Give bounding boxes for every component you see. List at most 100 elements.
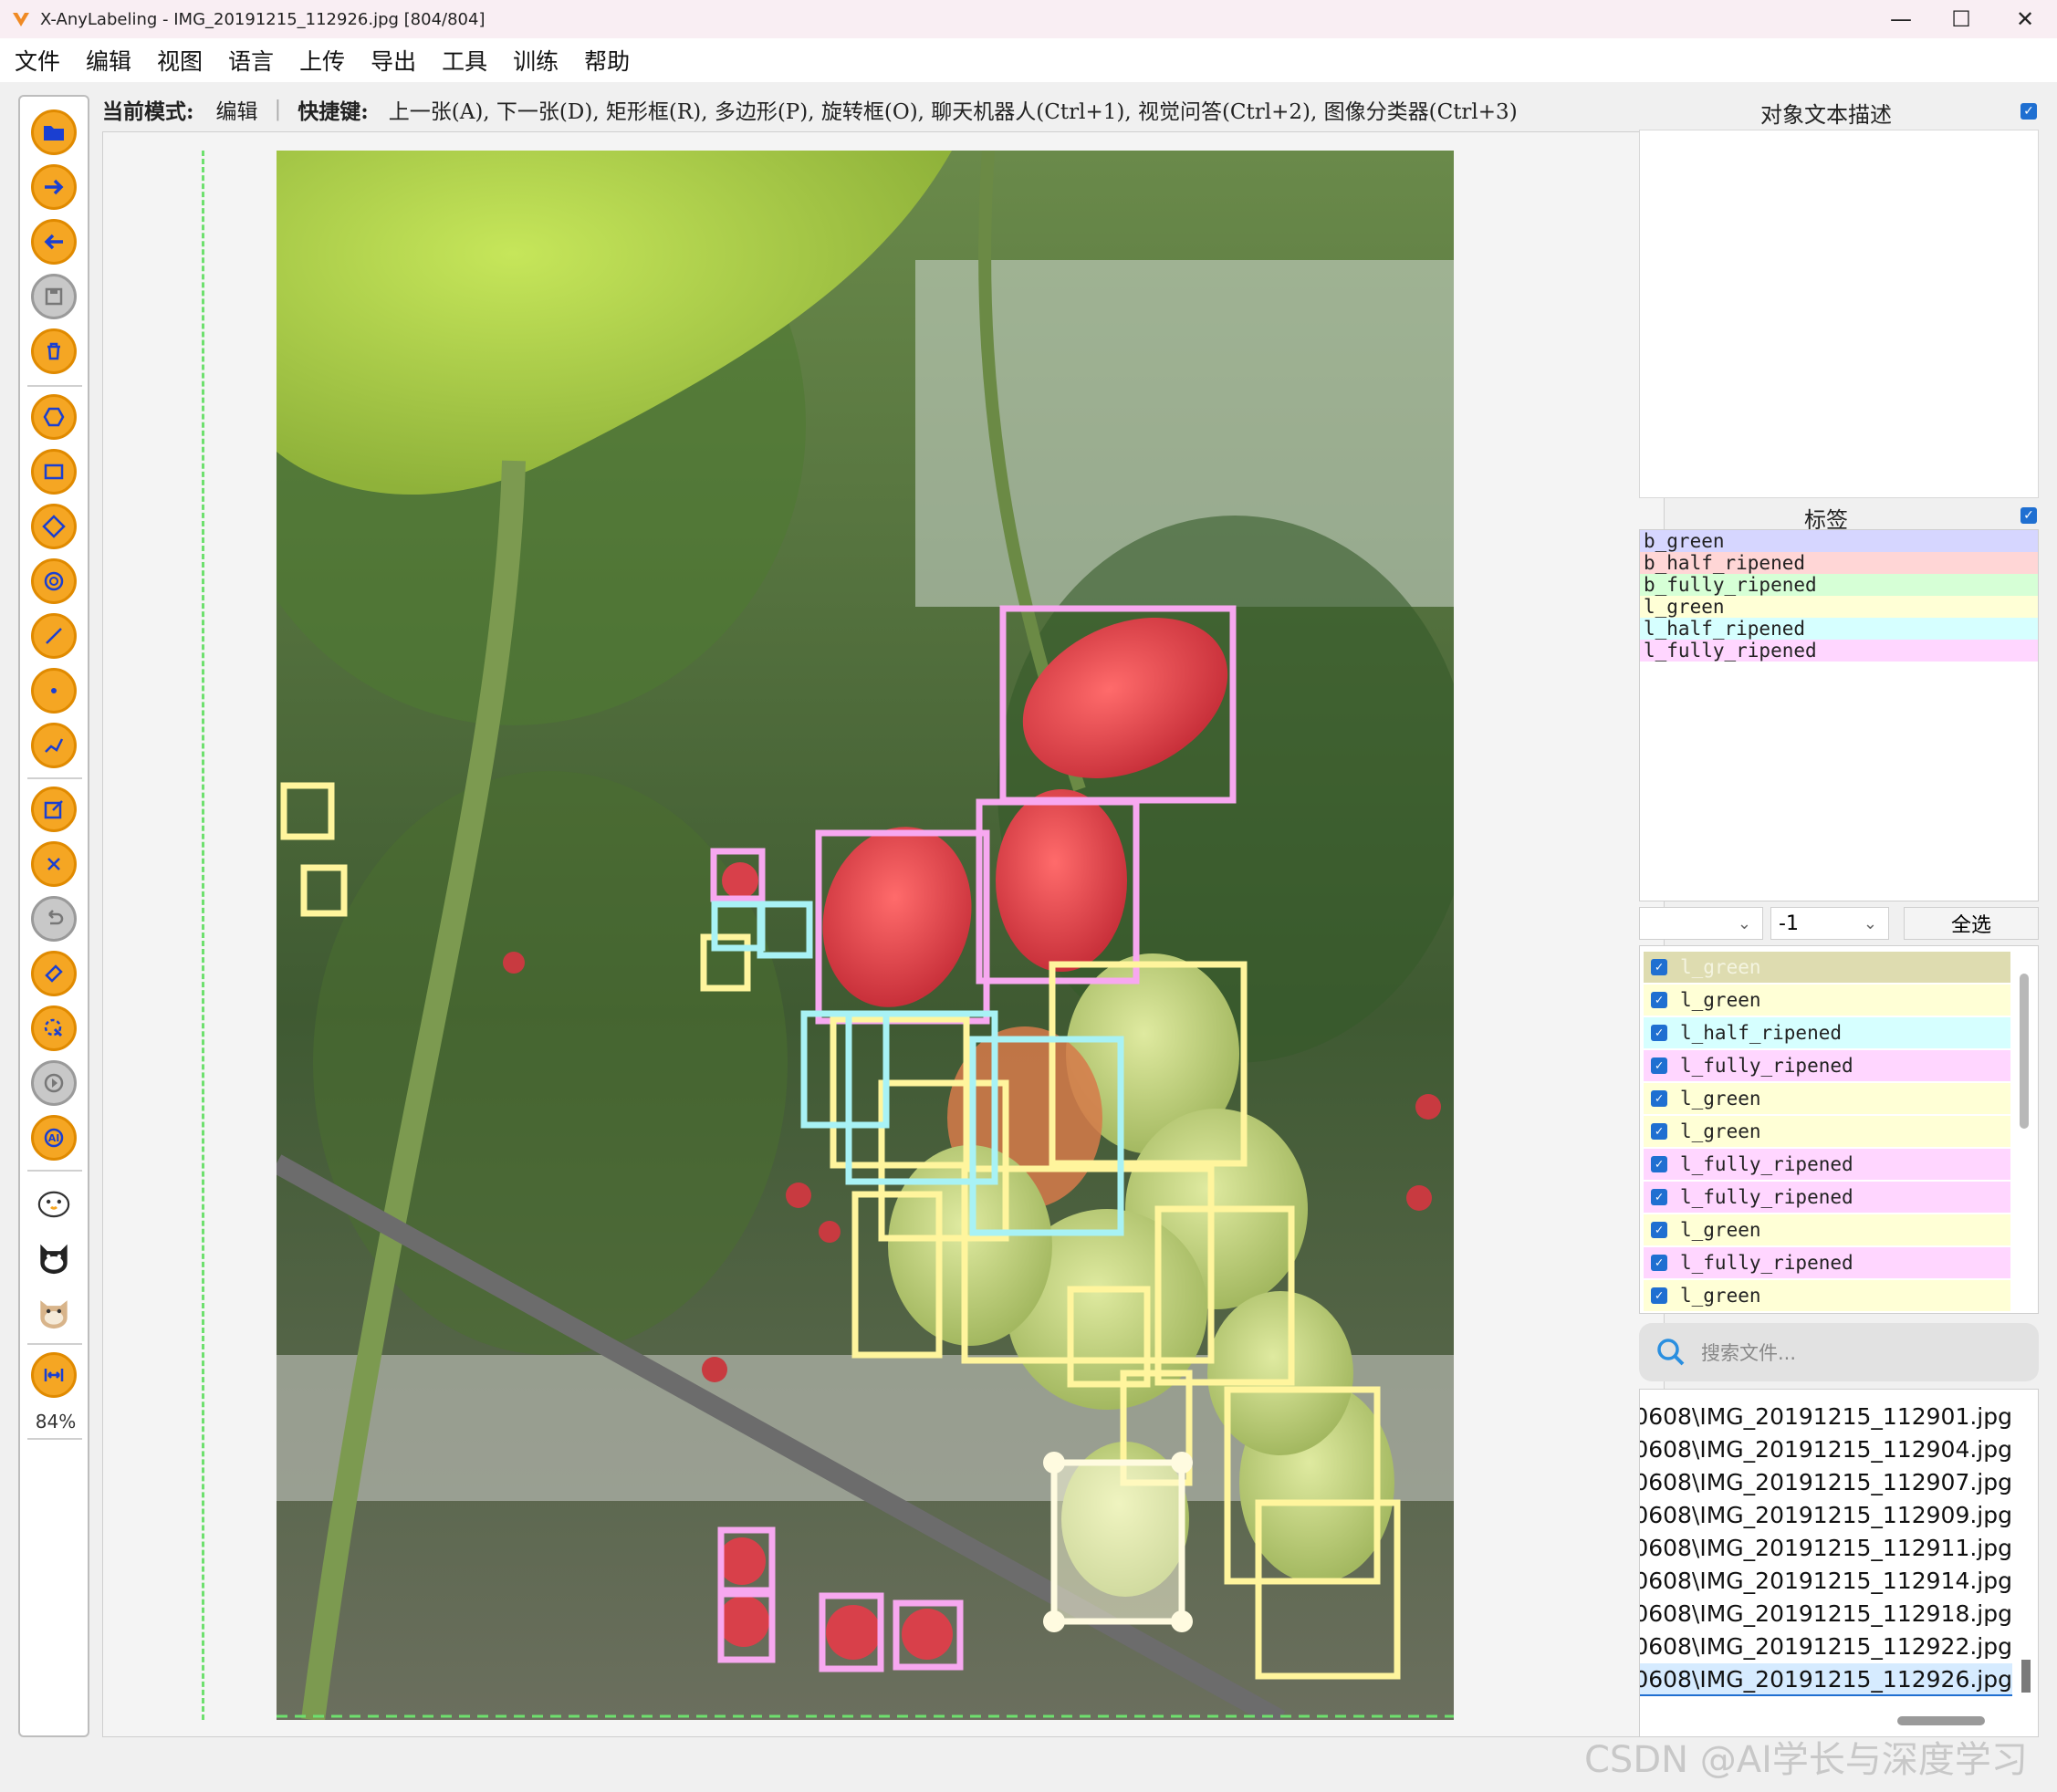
- shape-checkbox[interactable]: ✓: [1651, 1156, 1667, 1172]
- menu-language[interactable]: 语言: [217, 44, 285, 77]
- shape-checkbox[interactable]: ✓: [1651, 1255, 1667, 1271]
- shape-checkbox[interactable]: ✓: [1651, 1025, 1667, 1041]
- menu-help[interactable]: 帮助: [573, 44, 641, 77]
- menu-edit[interactable]: 编辑: [75, 44, 142, 77]
- menu-export[interactable]: 导出: [360, 44, 427, 77]
- shape-label: l_fully_ripened: [1680, 1153, 1853, 1175]
- shape-item[interactable]: ✓ l_green: [1644, 985, 2010, 1016]
- brush-icon[interactable]: [31, 951, 77, 996]
- shape-item[interactable]: ✓ l_green: [1644, 1116, 2010, 1147]
- app-logo-icon: [13, 13, 29, 26]
- left-toolbar: AI 84%: [18, 95, 89, 1737]
- watermark-text: CSDN @AI学长与深度学习: [1584, 1739, 2028, 1781]
- menu-train[interactable]: 训练: [502, 44, 569, 77]
- label-item[interactable]: b_fully_ripened: [1640, 574, 2038, 596]
- menu-upload[interactable]: 上传: [288, 44, 356, 77]
- shortcuts-text: 上一张(A), 下一张(D), 矩形框(R), 多边形(P), 旋转框(O), …: [388, 100, 1518, 124]
- shape-checkbox[interactable]: ✓: [1651, 1057, 1667, 1074]
- shape-item[interactable]: ✓ l_green: [1644, 1280, 2010, 1311]
- description-toggle-checkbox[interactable]: ✓: [2020, 103, 2037, 120]
- group-id-select[interactable]: -1 ⌄: [1770, 907, 1889, 940]
- label-list: b_green b_half_ripened b_fully_ripened l…: [1639, 529, 2039, 901]
- chatbot-icon[interactable]: [31, 1179, 77, 1224]
- file-item[interactable]: D:\dataset\tomato\0608\IMG_20191215_1129…: [1640, 1598, 2012, 1631]
- shape-item[interactable]: ✓ l_fully_ripened: [1644, 1182, 2010, 1213]
- point-icon[interactable]: [31, 668, 77, 714]
- prev-image-icon[interactable]: [31, 219, 77, 265]
- shape-item[interactable]: ✓ l_half_ripened: [1644, 1017, 2010, 1048]
- shape-label: l_fully_ripened: [1680, 1186, 1853, 1208]
- mode-label: 当前模式:: [102, 99, 194, 124]
- edit-icon[interactable]: [31, 787, 77, 832]
- file-item[interactable]: D:\dataset\tomato\0608\IMG_20191215_1129…: [1640, 1532, 2012, 1565]
- file-item[interactable]: D:\dataset\tomato\0608\IMG_20191215_1129…: [1640, 1466, 2012, 1499]
- file-item[interactable]: D:\dataset\tomato\0608\IMG_20191215_1129…: [1640, 1433, 2012, 1466]
- mode-value: 编辑: [215, 100, 258, 124]
- label-item[interactable]: b_half_ripened: [1640, 552, 2038, 574]
- minimize-button[interactable]: —: [1871, 0, 1931, 38]
- file-item[interactable]: D:\dataset\tomato\0608\IMG_20191215_1129…: [1640, 1401, 2012, 1433]
- label-item[interactable]: l_green: [1640, 596, 2038, 618]
- chevron-down-icon: ⌄: [1737, 913, 1751, 933]
- circle-icon[interactable]: [31, 558, 77, 604]
- next-image-icon[interactable]: [31, 164, 77, 210]
- description-textbox[interactable]: [1639, 130, 2039, 498]
- label-item[interactable]: l_fully_ripened: [1640, 640, 2038, 662]
- file-list-hscrollbar[interactable]: [1897, 1716, 1985, 1725]
- close-button[interactable]: ✕: [1995, 0, 2055, 38]
- labels-toggle-checkbox[interactable]: ✓: [2020, 507, 2037, 524]
- group-id-value: -1: [1779, 912, 1799, 935]
- label-item[interactable]: l_half_ripened: [1640, 618, 2038, 640]
- shape-checkbox[interactable]: ✓: [1651, 959, 1667, 975]
- file-item[interactable]: D:\dataset\tomato\0608\IMG_20191215_1129…: [1640, 1499, 2012, 1532]
- file-search-box[interactable]: 搜索文件...: [1639, 1323, 2039, 1381]
- fit-width-icon[interactable]: [31, 1352, 77, 1398]
- rectangle-icon[interactable]: [31, 449, 77, 495]
- shortcut-label: 快捷键:: [298, 99, 369, 124]
- delete-icon[interactable]: [31, 328, 77, 374]
- shape-checkbox[interactable]: ✓: [1651, 1287, 1667, 1304]
- shape-label: l_green: [1680, 1285, 1761, 1307]
- label-item[interactable]: b_green: [1640, 530, 2038, 552]
- shape-item[interactable]: ✓ l_green: [1644, 1083, 2010, 1114]
- cancel-icon[interactable]: [31, 841, 77, 887]
- linestrip-icon[interactable]: [31, 723, 77, 768]
- shape-list-scrollbar[interactable]: [2020, 974, 2029, 1129]
- shape-item[interactable]: ✓ l_fully_ripened: [1644, 1149, 2010, 1180]
- shape-label: l_green: [1680, 956, 1761, 978]
- vqa-icon[interactable]: [31, 1234, 77, 1279]
- shape-item[interactable]: ✓ l_green: [1644, 952, 2010, 983]
- rotation-icon[interactable]: [31, 504, 77, 549]
- menu-bar: 文件 编辑 视图 语言 上传 导出 工具 训练 帮助: [0, 38, 2057, 82]
- shape-checkbox[interactable]: ✓: [1651, 1090, 1667, 1107]
- polygon-icon[interactable]: [31, 394, 77, 440]
- annotated-image[interactable]: [277, 151, 1454, 1720]
- canvas[interactable]: [102, 131, 1665, 1737]
- guide-line: [202, 151, 204, 1720]
- undo-icon[interactable]: [31, 896, 77, 942]
- shape-item[interactable]: ✓ l_green: [1644, 1214, 2010, 1245]
- file-item[interactable]: D:\dataset\tomato\0608\IMG_20191215_1129…: [1640, 1631, 2012, 1663]
- menu-tools[interactable]: 工具: [431, 44, 498, 77]
- save-icon[interactable]: [31, 274, 77, 319]
- shape-item[interactable]: ✓ l_fully_ripened: [1644, 1050, 2010, 1081]
- run-icon[interactable]: [31, 1060, 77, 1106]
- menu-file[interactable]: 文件: [4, 44, 71, 77]
- shape-checkbox[interactable]: ✓: [1651, 1189, 1667, 1205]
- maximize-button[interactable]: ☐: [1931, 0, 1991, 38]
- label-filter-select[interactable]: ⌄: [1639, 907, 1763, 940]
- menu-view[interactable]: 视图: [146, 44, 214, 77]
- file-item-selected[interactable]: D:\dataset\tomato\0608\IMG_20191215_1129…: [1640, 1663, 2012, 1696]
- shape-item[interactable]: ✓ l_fully_ripened: [1644, 1247, 2010, 1278]
- select-all-button[interactable]: 全选: [1904, 907, 2039, 940]
- shape-checkbox[interactable]: ✓: [1651, 992, 1667, 1008]
- line-icon[interactable]: [31, 613, 77, 659]
- classifier-icon[interactable]: [31, 1288, 77, 1334]
- shape-checkbox[interactable]: ✓: [1651, 1222, 1667, 1238]
- ai-icon[interactable]: AI: [31, 1115, 77, 1161]
- shape-checkbox[interactable]: ✓: [1651, 1123, 1667, 1140]
- file-item[interactable]: D:\dataset\tomato\0608\IMG_20191215_1129…: [1640, 1565, 2012, 1598]
- auto-label-icon[interactable]: [31, 1005, 77, 1051]
- open-folder-icon[interactable]: [31, 109, 77, 155]
- file-list-vscrollbar[interactable]: [2021, 1660, 2031, 1693]
